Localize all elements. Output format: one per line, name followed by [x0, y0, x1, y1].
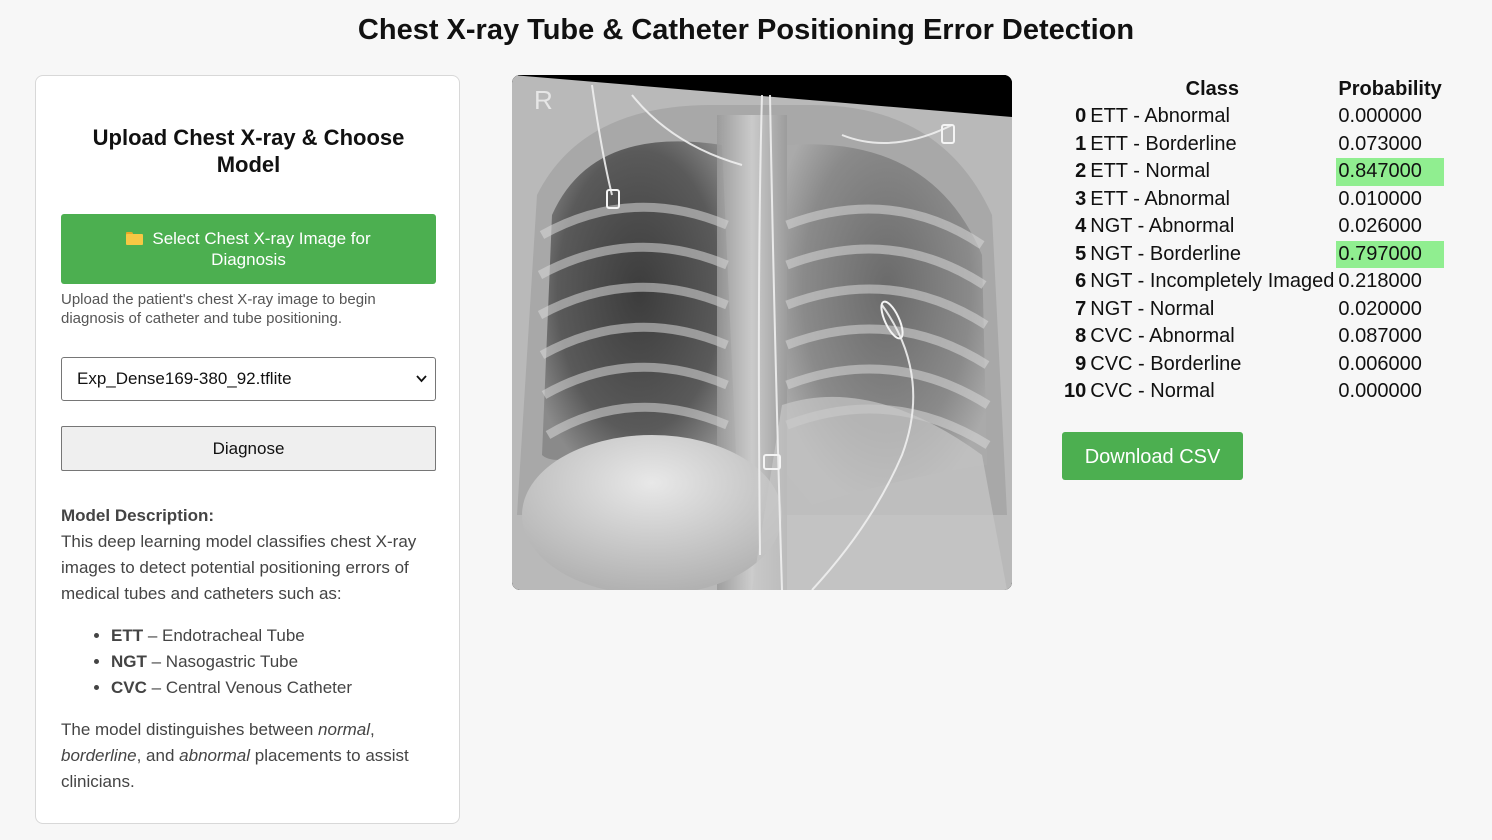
model-select-value: Exp_Dense169-380_92.tflite — [77, 369, 292, 388]
table-row: 9 CVC - Borderline 0.006000 — [1062, 351, 1444, 379]
download-csv-button[interactable]: Download CSV — [1062, 432, 1243, 480]
row-class: NGT - Abnormal — [1090, 215, 1235, 238]
upload-hint: Upload the patient's chest X-ray image t… — [61, 291, 376, 327]
row-class: NGT - Borderline — [1090, 242, 1242, 265]
row-index: 2 — [1075, 160, 1087, 183]
table-row: 10 CVC - Normal 0.000000 — [1062, 378, 1444, 406]
row-class: ETT - Normal — [1090, 160, 1210, 183]
device-abbr: CVC — [111, 678, 147, 697]
row-index: 7 — [1075, 297, 1087, 320]
list-item: CVC – Central Venous Catheter — [111, 675, 441, 701]
column-header-probability: Probability — [1338, 77, 1442, 100]
row-probability: 0.797000 — [1336, 240, 1444, 268]
column-header-index — [1062, 75, 1088, 103]
select-image-button[interactable]: Select Chest X-ray Image for Diagnosis — [61, 214, 436, 284]
row-probability: 0.020000 — [1338, 297, 1422, 320]
table-row: 4 NGT - Abnormal 0.026000 — [1062, 213, 1444, 241]
row-index: 10 — [1064, 380, 1087, 403]
device-list: ETT – Endotracheal Tube NGT – Nasogastri… — [61, 623, 441, 701]
upload-panel: Upload Chest X-ray & Choose Model Select… — [35, 75, 460, 824]
table-header-row: Class Probability — [1062, 75, 1444, 103]
table-row: 8 CVC - Abnormal 0.087000 — [1062, 323, 1444, 351]
row-class: NGT - Incompletely Imaged — [1090, 270, 1335, 293]
chevron-down-icon — [416, 375, 427, 383]
row-probability: 0.010000 — [1338, 187, 1422, 210]
row-index: 0 — [1075, 105, 1087, 128]
device-name: Endotracheal Tube — [162, 626, 305, 645]
row-index: 4 — [1075, 215, 1087, 238]
table-row: 1 ETT - Borderline 0.073000 — [1062, 131, 1444, 159]
list-item: ETT – Endotracheal Tube — [111, 623, 441, 649]
device-name: Central Venous Catheter — [165, 678, 352, 697]
row-class: CVC - Borderline — [1090, 352, 1242, 375]
list-item: NGT – Nasogastric Tube — [111, 649, 441, 675]
row-index: 3 — [1075, 187, 1087, 210]
device-abbr: ETT — [111, 626, 144, 645]
row-probability: 0.006000 — [1338, 352, 1422, 375]
row-probability: 0.218000 — [1338, 270, 1422, 293]
row-probability: 0.000000 — [1338, 105, 1422, 128]
row-index: 8 — [1075, 325, 1087, 348]
row-probability: 0.087000 — [1338, 325, 1422, 348]
results-table: Class Probability 0 ETT - Abnormal 0.00000… — [1062, 75, 1444, 406]
row-probability: 0.026000 — [1338, 215, 1422, 238]
row-index: 9 — [1075, 352, 1087, 375]
row-class: NGT - Normal — [1090, 297, 1215, 320]
row-probability: 0.000000 — [1338, 380, 1422, 403]
table-row: 6 NGT - Incompletely Imaged 0.218000 — [1062, 268, 1444, 296]
row-index: 1 — [1075, 132, 1087, 155]
model-description-footer: The model distinguishes between normal, … — [61, 720, 409, 791]
device-abbr: NGT — [111, 652, 147, 671]
model-select[interactable]: Exp_Dense169-380_92.tflite — [61, 357, 436, 401]
row-class: ETT - Abnormal — [1090, 187, 1230, 210]
device-name: Nasogastric Tube — [165, 652, 299, 671]
row-index: 5 — [1075, 242, 1087, 265]
model-description-text: This deep learning model classifies ches… — [61, 532, 417, 603]
row-index: 6 — [1075, 270, 1087, 293]
row-probability: 0.847000 — [1336, 158, 1444, 186]
table-row: 5 NGT - Borderline 0.797000 — [1062, 240, 1444, 268]
row-class: CVC - Abnormal — [1090, 325, 1235, 348]
table-row: 7 NGT - Normal 0.020000 — [1062, 296, 1444, 324]
diagnose-button[interactable]: Diagnose — [61, 426, 436, 471]
row-probability: 0.073000 — [1338, 132, 1422, 155]
column-header-class: Class — [1185, 77, 1240, 100]
row-class: CVC - Normal — [1090, 380, 1215, 403]
row-class: ETT - Abnormal — [1090, 105, 1230, 128]
row-class: ETT - Borderline — [1090, 132, 1237, 155]
page-title: Chest X-ray Tube & Catheter Positioning … — [357, 14, 1135, 46]
xray-marker: R — [534, 85, 553, 115]
model-description: Model Description: This deep learning mo… — [61, 503, 441, 795]
model-description-heading: Model Description: — [61, 506, 215, 525]
table-row: 2 ETT - Normal 0.847000 — [1062, 158, 1444, 186]
folder-icon — [126, 232, 144, 245]
table-row: 0 ETT - Abnormal 0.000000 — [1062, 103, 1444, 131]
xray-image: R — [512, 75, 1012, 590]
upload-panel-heading: Upload Chest X-ray & Choose Model — [92, 125, 405, 177]
select-image-button-label: Select Chest X-ray Image for Diagnosis — [152, 229, 371, 269]
table-row: 3 ETT - Abnormal 0.010000 — [1062, 186, 1444, 214]
